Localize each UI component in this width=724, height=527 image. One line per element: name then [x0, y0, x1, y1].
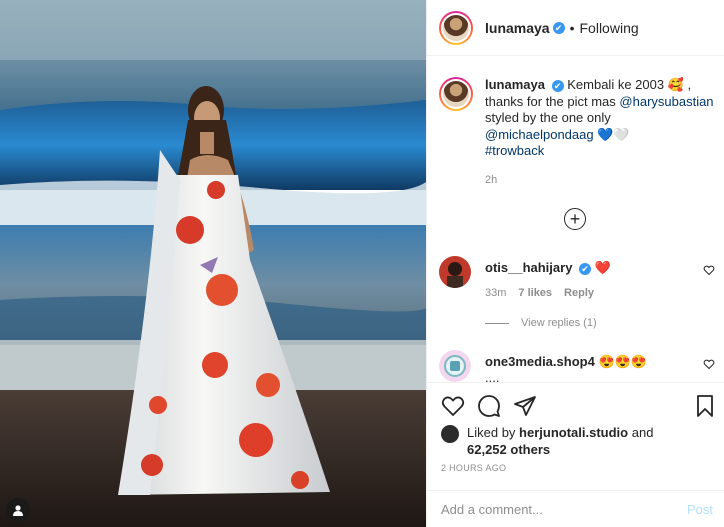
mention-link-harysubastian[interactable]: @harysubastian	[619, 94, 713, 109]
comment-icon[interactable]	[477, 394, 501, 418]
following-button[interactable]: Following	[580, 20, 639, 36]
heart-icon[interactable]	[441, 394, 465, 418]
hashtag-link[interactable]: #trowback	[485, 143, 544, 158]
liked-by-label: Liked by	[467, 425, 516, 440]
comment-like-heart-icon[interactable]	[703, 264, 715, 276]
comment-body: one3media.shop4 😍😍😍 ....	[485, 354, 647, 383]
plus-circle-icon[interactable]: +	[564, 208, 586, 230]
likes-and-label: and	[631, 425, 654, 440]
caption-text: lunamaya ✔ Kembali ke 2003 🥰 , thanks fo…	[485, 77, 715, 160]
verified-badge-icon: ✔	[579, 262, 592, 275]
likes-others-link[interactable]: 62,252 others	[467, 442, 550, 457]
post-caption: lunamaya ✔ Kembali ke 2003 🥰 , thanks fo…	[439, 77, 715, 160]
comment-username[interactable]: one3media.shop4	[485, 354, 595, 369]
comment-more-text: ....	[485, 370, 500, 383]
likes-text: Liked by herjunotali.studio and 62,252 o…	[467, 424, 653, 458]
action-bar	[427, 384, 724, 424]
comment-text: 😍😍😍	[598, 354, 647, 369]
author-username[interactable]: lunamaya	[485, 20, 550, 36]
verified-badge-icon: ✔	[552, 21, 565, 34]
comment-likes[interactable]: 7 likes	[518, 287, 552, 299]
add-comment-bar: Post	[427, 490, 724, 527]
comment-time[interactable]: 33m	[485, 287, 506, 299]
caption-line-1: Kembali ke 2003	[567, 77, 665, 92]
caption-emoji-2: 💙🤍	[597, 126, 630, 142]
view-replies-label: View replies (1)	[521, 317, 597, 329]
comment-username[interactable]: otis__hahijary	[485, 260, 572, 275]
caption-emoji-1: 🥰	[667, 77, 684, 92]
liker-username[interactable]: herjunotali.studio	[519, 425, 628, 440]
likes-summary: Liked by herjunotali.studio and 62,252 o…	[441, 424, 717, 458]
post-timestamp[interactable]: 2 HOURS AGO	[441, 463, 506, 473]
comment-input[interactable]	[441, 501, 687, 517]
comment-body: otis__hahijary ✔ ❤️	[485, 260, 611, 276]
bookmark-icon[interactable]	[693, 394, 717, 418]
commenter-avatar[interactable]	[439, 350, 471, 382]
comments-section: lunamaya ✔ Kembali ke 2003 🥰 , thanks fo…	[427, 57, 724, 383]
author-avatar[interactable]	[439, 10, 473, 45]
replies-divider	[485, 322, 509, 324]
post-comment-button[interactable]: Post	[687, 502, 713, 517]
comment-meta: 33m 7 likes Reply	[485, 287, 594, 299]
commenter-avatar[interactable]	[439, 256, 471, 288]
separator-dot: •	[569, 19, 575, 36]
caption-line-3: styled by the one only	[485, 110, 611, 125]
post-photo[interactable]	[0, 0, 426, 527]
caption-username[interactable]: lunamaya	[485, 77, 545, 92]
caption-timestamp[interactable]: 2h	[485, 174, 497, 186]
view-replies-button[interactable]: View replies (1)	[485, 317, 597, 329]
comment-reply-button[interactable]: Reply	[564, 287, 594, 299]
photo-image	[0, 0, 426, 527]
liker-avatar[interactable]	[441, 425, 459, 443]
caption-avatar[interactable]	[439, 77, 473, 111]
comment-like-heart-icon[interactable]	[703, 358, 715, 370]
verified-badge-icon: ✔	[551, 79, 564, 92]
share-icon[interactable]	[513, 394, 537, 418]
mention-link-michaelpondaag[interactable]: @michaelpondaag	[485, 127, 594, 142]
comment-text: ❤️	[594, 260, 611, 275]
user-icon	[13, 505, 23, 516]
post-header: lunamaya ✔ • Following	[427, 0, 724, 56]
tagged-users-button[interactable]	[6, 498, 30, 522]
post-sidebar: lunamaya ✔ • Following lunamaya ✔ Kembal…	[426, 0, 724, 527]
